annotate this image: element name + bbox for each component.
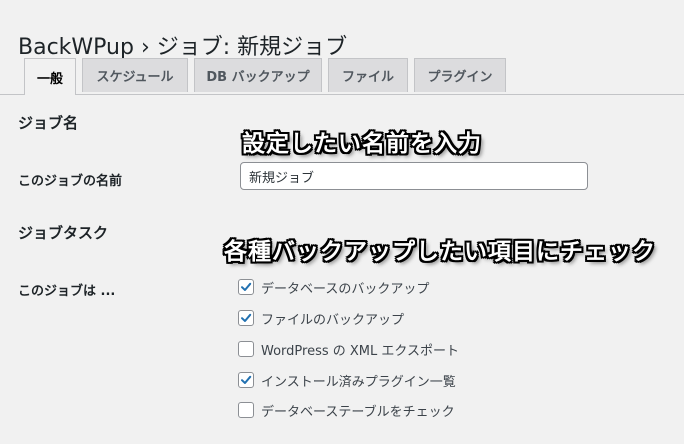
task-option[interactable]: データベースのバックアップ [238, 277, 429, 297]
job-tasks-label: このジョブは ... [18, 284, 116, 299]
checkbox-checked[interactable] [238, 279, 254, 295]
tab-files[interactable]: ファイル [328, 58, 408, 92]
tab-bar: 一般 スケジュール DB バックアップ ファイル プラグイン [0, 58, 684, 95]
annotation-tasks-hint: 各種バックアップしたい項目にチェック [224, 239, 656, 265]
checkbox-unchecked[interactable] [238, 341, 254, 357]
checkmark-icon [241, 313, 252, 322]
task-option-label: データベーステーブルをチェック [261, 404, 455, 420]
task-option-label: WordPress の XML エクスポート [261, 343, 459, 359]
job-name-input[interactable] [240, 162, 588, 190]
job-tasks-section-title: ジョブタスク [18, 224, 109, 242]
checkmark-icon [241, 375, 252, 384]
checkbox-checked[interactable] [238, 310, 254, 326]
tab-schedule[interactable]: スケジュール [82, 58, 188, 92]
job-name-section-title: ジョブ名 [18, 114, 79, 132]
checkbox-unchecked[interactable] [238, 402, 254, 418]
tab-plugins[interactable]: プラグイン [414, 58, 506, 92]
task-option[interactable]: ファイルのバックアップ [238, 308, 404, 328]
checkbox-checked[interactable] [238, 372, 254, 388]
task-option[interactable]: データベーステーブルをチェック [238, 400, 455, 420]
job-name-label: このジョブの名前 [18, 174, 123, 189]
task-option-label: インストール済みプラグイン一覧 [261, 374, 456, 390]
task-option-label: データベースのバックアップ [261, 281, 430, 297]
page-title: BackWPup › ジョブ: 新規ジョブ [18, 34, 348, 60]
checkmark-icon [241, 282, 252, 291]
task-option[interactable]: インストール済みプラグイン一覧 [238, 370, 456, 390]
annotation-name-hint: 設定したい名前を入力 [242, 131, 482, 157]
task-option-label: ファイルのバックアップ [261, 312, 405, 328]
tab-db-backup[interactable]: DB バックアップ [194, 58, 322, 92]
task-option[interactable]: WordPress の XML エクスポート [238, 339, 459, 359]
tab-general[interactable]: 一般 [24, 58, 76, 95]
